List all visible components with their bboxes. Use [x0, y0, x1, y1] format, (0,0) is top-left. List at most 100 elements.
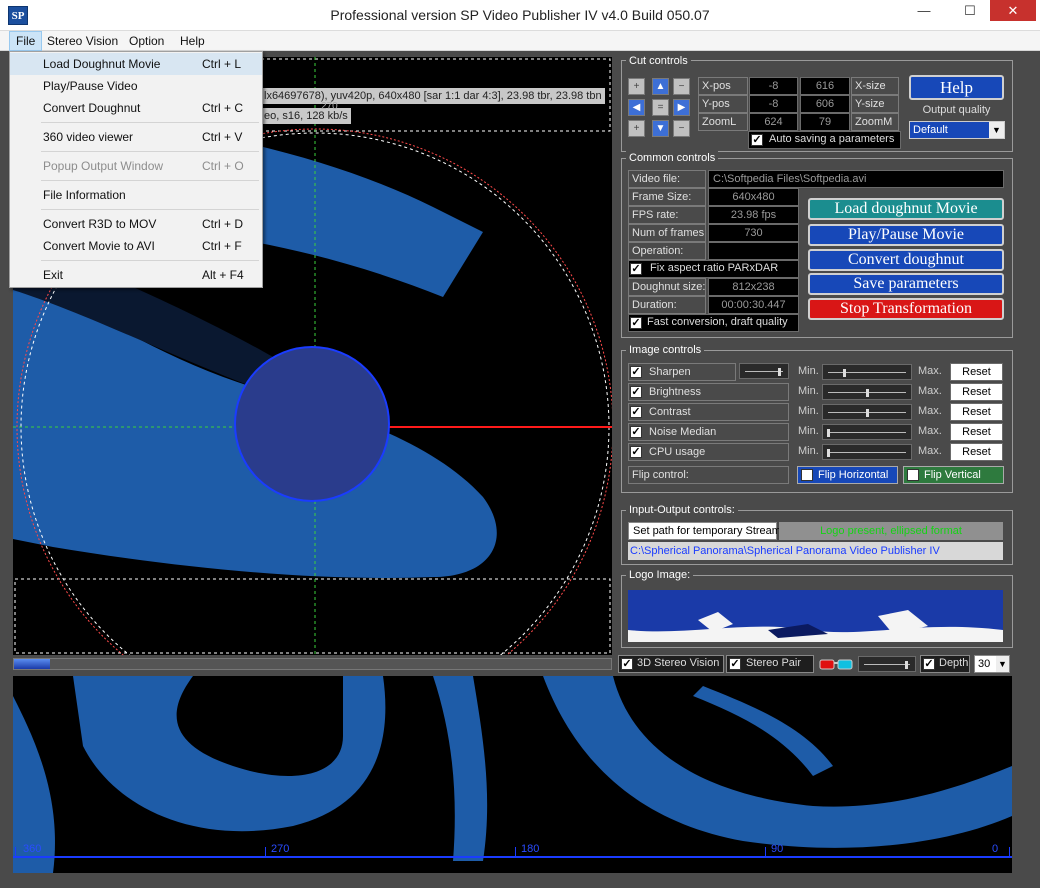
help-button[interactable]: Help [909, 75, 1004, 100]
fix-aspect-label: Fix aspect ratio PARxDAR [650, 262, 779, 274]
menu-file[interactable]: File [9, 31, 43, 51]
brightness-checkbox[interactable]: ✓ [630, 386, 642, 398]
sharpen-label: Sharpen [649, 366, 691, 378]
zoom-out-small-icon[interactable]: − [673, 120, 690, 137]
frame-size-value: 640x480 [708, 188, 799, 206]
flip-horizontal-button[interactable]: Flip Horizontal [797, 466, 898, 484]
stereo-pair-checkbox[interactable]: ✓ [729, 658, 741, 670]
sharpen-min-label: Min. [798, 365, 819, 377]
menu-stereo-vision[interactable]: Stereo Vision [41, 31, 124, 51]
menu-item-load-doughnut[interactable]: Load Doughnut Movie Ctrl + L [10, 53, 262, 75]
depth-select[interactable]: 30 ▼ [974, 655, 1010, 673]
brightness-max-label: Max. [918, 385, 942, 397]
sharpen-reset-button[interactable]: Reset [950, 363, 1003, 381]
sharpen-slider[interactable] [822, 364, 912, 380]
ruler-tick [265, 847, 266, 857]
convert-doughnut-button[interactable]: Convert doughnut [808, 249, 1004, 271]
save-parameters-button[interactable]: Save parameters [808, 273, 1004, 295]
ysize-value[interactable]: 606 [800, 95, 850, 113]
menu-separator [41, 209, 259, 210]
cpu-usage-checkbox[interactable]: ✓ [630, 446, 642, 458]
ruler-label-360: 360 [23, 843, 42, 855]
ruler-label-90: 90 [771, 843, 784, 855]
fast-conversion-checkbox[interactable]: ✓ [630, 317, 642, 329]
stop-transformation-button[interactable]: Stop Transformation [808, 298, 1004, 320]
ruler-tick [1009, 847, 1010, 857]
noise-median-reset-button[interactable]: Reset [950, 423, 1003, 441]
arrow-down-icon[interactable]: ▼ [652, 120, 669, 137]
maximize-button[interactable]: ☐ [947, 0, 993, 21]
ruler-label-180: 180 [521, 843, 540, 855]
set-path-button[interactable]: Set path for temporary Stream [628, 522, 781, 540]
menu-item-convert-avi[interactable]: Convert Movie to AVI Ctrl + F [10, 235, 262, 257]
depth-slider[interactable] [858, 656, 916, 672]
video-file-value[interactable]: C:\Softpedia Files\Softpedia.avi [708, 170, 1004, 188]
arrow-right-icon[interactable]: ▶ [673, 99, 690, 116]
ysize-label: Y-size [851, 95, 899, 113]
ypos-value[interactable]: -8 [749, 95, 798, 113]
cpu-usage-label: CPU usage [649, 446, 706, 458]
num-frames-value: 730 [708, 224, 799, 242]
zooml-value[interactable]: 624 [749, 113, 798, 131]
ruler-line [13, 856, 1012, 858]
menu-item-convert-r3d[interactable]: Convert R3D to MOV Ctrl + D [10, 213, 262, 235]
noise-median-checkbox[interactable]: ✓ [630, 426, 642, 438]
stereo-vision-label: 3D Stereo Vision [637, 657, 720, 669]
auto-save-checkbox[interactable]: ✓ [751, 134, 763, 146]
noise-median-slider[interactable] [822, 424, 912, 440]
contrast-reset-button[interactable]: Reset [950, 403, 1003, 421]
zoom-in-icon[interactable]: + [628, 78, 645, 95]
fix-aspect-checkbox[interactable]: ✓ [630, 263, 642, 275]
close-button[interactable]: ✕ [990, 0, 1036, 21]
stereo-pair-label: Stereo Pair [746, 657, 802, 669]
chevron-down-icon: ▼ [989, 122, 1004, 138]
contrast-checkbox[interactable]: ✓ [630, 406, 642, 418]
output-quality-select[interactable]: Default ▼ [909, 121, 1005, 139]
contrast-slider[interactable] [822, 404, 912, 420]
xsize-value[interactable]: 616 [800, 77, 850, 95]
cpu-usage-min-label: Min. [798, 445, 819, 457]
video-file-label: Video file: [628, 170, 706, 188]
minimize-button[interactable]: — [901, 0, 947, 21]
output-path-value[interactable]: C:\Spherical Panorama\Spherical Panorama… [628, 542, 1003, 560]
cpu-usage-max-label: Max. [918, 445, 942, 457]
cpu-usage-label-box: CPU usage [628, 443, 789, 461]
top-marker-label: 270 [321, 101, 338, 112]
flip-vertical-button[interactable]: Flip Vertical [903, 466, 1004, 484]
title-bar: SP Professional version SP Video Publish… [0, 0, 1040, 31]
brightness-slider[interactable] [822, 384, 912, 400]
menu-separator [41, 151, 259, 152]
panorama-preview[interactable]: 360 270 180 90 0 [13, 676, 1012, 873]
sharpen-checkbox[interactable]: ✓ [630, 366, 642, 378]
center-icon[interactable]: = [652, 99, 669, 116]
progress-fill [14, 659, 50, 669]
playback-progress[interactable] [13, 658, 612, 670]
sharpen-preview-slider[interactable] [739, 363, 789, 379]
xpos-label: X-pos [698, 77, 748, 95]
zoom-out-icon[interactable]: − [673, 78, 690, 95]
menu-item-360-viewer[interactable]: 360 video viewer Ctrl + V [10, 126, 262, 148]
menu-item-convert-doughnut[interactable]: Convert Doughnut Ctrl + C [10, 97, 262, 119]
load-doughnut-button[interactable]: Load doughnut Movie [808, 198, 1004, 220]
menu-option[interactable]: Option [123, 31, 170, 51]
operation-value [708, 242, 799, 260]
menu-item-file-information[interactable]: File Information [10, 184, 262, 206]
arrow-left-icon[interactable]: ◀ [628, 99, 645, 116]
operation-label: Operation: [628, 242, 706, 260]
menu-item-exit[interactable]: Exit Alt + F4 [10, 264, 262, 286]
arrow-up-icon[interactable]: ▲ [652, 78, 669, 95]
stereo-vision-checkbox[interactable]: ✓ [621, 658, 633, 670]
menu-item-play-pause[interactable]: Play/Pause Video [10, 75, 262, 97]
menu-help[interactable]: Help [174, 31, 211, 51]
brightness-reset-button[interactable]: Reset [950, 383, 1003, 401]
zoom-in-small-icon[interactable]: + [628, 120, 645, 137]
depth-checkbox[interactable]: ✓ [923, 658, 935, 670]
noise-median-min-label: Min. [798, 425, 819, 437]
zoomm-value[interactable]: 79 [800, 113, 850, 131]
cpu-usage-slider[interactable] [822, 444, 912, 460]
sharpen-max-label: Max. [918, 365, 942, 377]
menu-separator [41, 122, 259, 123]
cpu-usage-reset-button[interactable]: Reset [950, 443, 1003, 461]
xpos-value[interactable]: -8 [749, 77, 798, 95]
play-pause-button[interactable]: Play/Pause Movie [808, 224, 1004, 246]
